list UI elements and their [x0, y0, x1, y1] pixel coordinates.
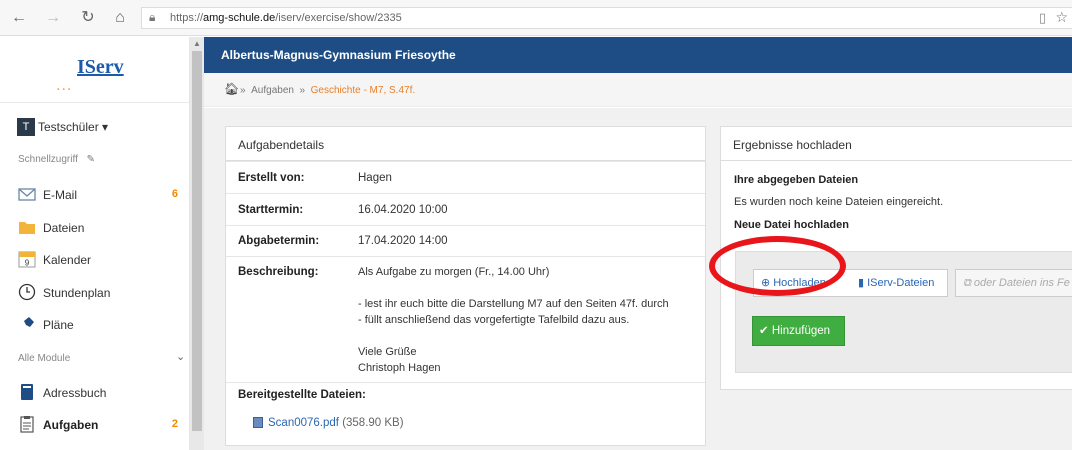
description-text: Als Aufgabe zu morgen (Fr., 14.00 Uhr) -…: [358, 266, 669, 374]
breadcrumb-aufgaben[interactable]: Aufgaben: [251, 85, 294, 96]
file-icon: ▮: [858, 277, 865, 289]
clock-icon: [18, 283, 36, 301]
clipboard-icon: [20, 416, 34, 433]
scroll-up-icon[interactable]: ▲: [193, 39, 201, 48]
avatar: T: [17, 118, 35, 136]
user-menu[interactable]: T Testschüler ▾: [17, 118, 108, 138]
panel-heading: Aufgabendetails: [226, 127, 705, 161]
edit-pencil-icon[interactable]: ✎: [87, 154, 95, 165]
detail-row-created: Erstellt von: Hagen: [226, 161, 705, 193]
sidebar-item-stundenplan[interactable]: Stundenplan: [18, 283, 186, 303]
no-files-text: Es wurden noch keine Dateien eingereicht…: [734, 196, 944, 208]
back-icon[interactable]: ←: [10, 9, 28, 27]
forward-icon[interactable]: →: [44, 9, 62, 27]
browser-toolbar: ← → ↻ ⌂ 🔒︎ https://amg-schule.de/iserv/e…: [0, 0, 1072, 36]
panel-heading: Ergebnisse hochladen: [721, 127, 1072, 161]
detail-row-due: Abgabetermin: 17.04.2020 14:00: [226, 225, 705, 256]
detail-row-description: Beschreibung: Als Aufgabe zu morgen (Fr.…: [226, 256, 705, 382]
detail-row-start: Starttermin: 16.04.2020 10:00: [226, 193, 705, 225]
breadcrumb: 🏠︎ » Aufgaben » Geschichte - M7, S.47f.: [204, 73, 1072, 107]
detail-row-files: Bereitgestellte Dateien: Scan0076.pdf (3…: [226, 382, 705, 446]
iserv-logo[interactable]: ... IServ: [0, 37, 190, 103]
home-icon[interactable]: ⌂: [111, 9, 129, 27]
aufgaben-badge: 2: [171, 418, 178, 430]
pin-icon: [21, 317, 34, 330]
sidebar-item-aufgaben[interactable]: Aufgaben 2: [18, 415, 186, 435]
reading-view-icon[interactable]: ▯: [1039, 10, 1046, 26]
all-modules-title[interactable]: Alle Module: [18, 353, 70, 364]
favorite-star-icon[interactable]: ☆: [1055, 9, 1068, 26]
email-badge: 6: [171, 188, 178, 200]
submitted-files-heading: Ihre abgegeben Dateien: [734, 174, 859, 186]
sidebar-item-plaene[interactable]: Pläne: [18, 315, 186, 335]
copy-icon: ⧉: [963, 277, 971, 289]
chevron-down-icon[interactable]: ⌄: [176, 350, 185, 363]
scrollbar-thumb[interactable]: [192, 51, 202, 431]
user-name: Testschüler ▾: [38, 120, 109, 134]
sidebar-item-email[interactable]: E-Mail 6: [18, 185, 186, 205]
quick-access-title: Schnellzugriff ✎: [18, 154, 96, 165]
addressbook-icon: [21, 384, 33, 400]
home-icon[interactable]: 🏠︎: [224, 82, 239, 96]
sidebar-item-dateien[interactable]: Dateien: [18, 218, 186, 238]
sidebar-item-kalender[interactable]: 9 Kalender: [18, 250, 186, 270]
new-file-heading: Neue Datei hochladen: [734, 219, 849, 231]
sidebar-item-adressbuch[interactable]: Adressbuch: [18, 383, 186, 403]
school-name: Albertus-Magnus-Gymnasium Friesoythe: [221, 48, 456, 62]
sidebar-scrollbar[interactable]: ▲: [190, 37, 204, 450]
calendar-icon: 9: [18, 251, 36, 268]
school-header: Albertus-Magnus-Gymnasium Friesoythe: [204, 37, 1072, 73]
url-text: https://amg-schule.de/iserv/exercise/sho…: [170, 12, 402, 24]
sidebar: ... IServ T Testschüler ▾ Schnellzugriff …: [0, 37, 190, 450]
add-button[interactable]: ✔ Hinzufügen: [752, 316, 845, 346]
svg-text:9: 9: [25, 259, 30, 268]
task-details-panel: Aufgabendetails Erstellt von: Hagen Star…: [225, 126, 706, 446]
drop-files-button[interactable]: ⧉ oder Dateien ins Fe: [955, 269, 1072, 297]
breadcrumb-current: Geschichte - M7, S.47f.: [310, 85, 416, 96]
highlight-ring: [709, 236, 846, 296]
lock-icon: 🔒︎: [149, 10, 156, 24]
folder-icon: [19, 222, 35, 234]
pdf-file-icon: [253, 417, 263, 429]
file-link[interactable]: Scan0076.pdf (358.90 KB): [253, 417, 404, 429]
address-bar[interactable]: 🔒︎ https://amg-schule.de/iserv/exercise/…: [141, 7, 1072, 29]
mail-icon: [18, 188, 36, 201]
iserv-files-button[interactable]: ▮ IServ-Dateien: [851, 269, 948, 297]
reload-icon[interactable]: ↻: [79, 9, 97, 27]
